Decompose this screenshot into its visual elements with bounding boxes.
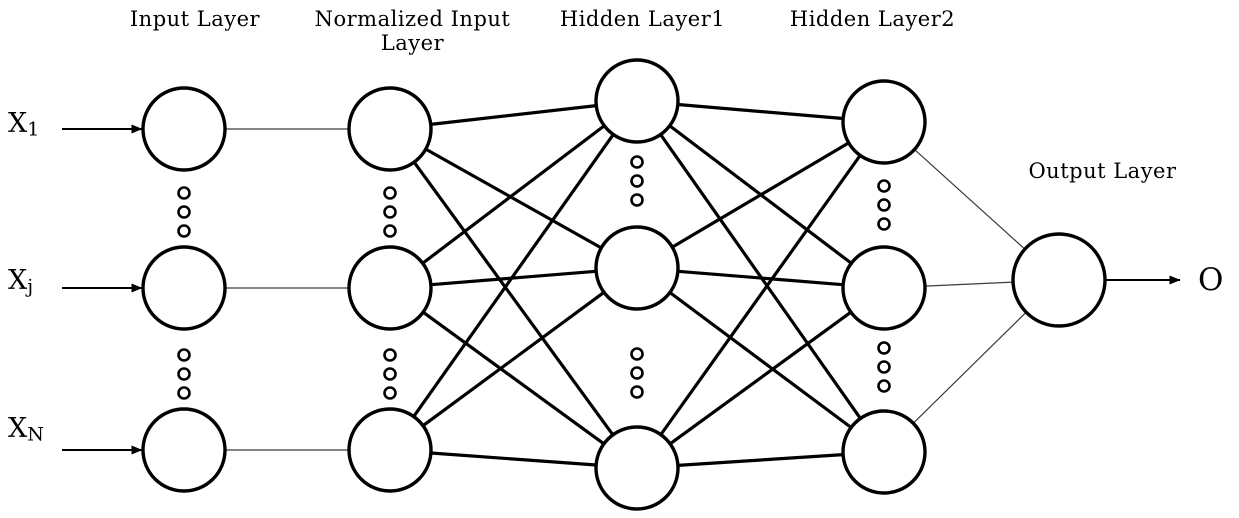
input-label-base: X [8, 265, 28, 296]
ellipsis-dot [877, 341, 891, 355]
neuron-output [1011, 232, 1107, 328]
layer-title-line1: Input Layer [129, 7, 261, 31]
input-label-x1: X1 [8, 108, 39, 140]
ellipsis-dot [177, 224, 191, 238]
edge-hidden1-hidden2 [668, 310, 853, 446]
layer-title-line1: Output Layer [1028, 159, 1177, 183]
edge-hidden1-hidden2 [676, 102, 845, 121]
ellipsis-dot [383, 386, 397, 400]
neuron-input [141, 407, 227, 493]
ellipsis-dot [383, 205, 397, 219]
neuron-input [141, 245, 227, 331]
edge-hidden2-output [912, 311, 1027, 424]
layer-title-hidden-layer-2: Hidden Layer2 [775, 7, 970, 32]
input-label-base: X [8, 413, 28, 444]
input-label-subscript: j [27, 275, 34, 298]
layer-title-line1: Hidden Layer2 [789, 7, 956, 31]
layer-title-line1: Hidden Layer1 [559, 7, 726, 31]
edge-hidden1-hidden2 [668, 290, 853, 430]
edge-hidden1-hidden2 [676, 269, 845, 287]
ellipsis-dot [383, 348, 397, 362]
input-label-subscript: N [27, 423, 44, 446]
edge-normalized-hidden1 [421, 310, 606, 446]
ellipsis-dot [630, 347, 644, 361]
layer-title-line2: Layer [380, 30, 445, 55]
neuron-normalized [347, 407, 433, 493]
layer-title-line1: Normalized Input [314, 7, 511, 31]
ellipsis-dot [630, 366, 644, 380]
ellipsis-dot [630, 155, 644, 169]
edge-normalized-hidden1 [429, 451, 598, 467]
ellipsis-dot [877, 179, 891, 193]
ellipsis-dot [877, 217, 891, 231]
input-label-base: X [8, 108, 28, 139]
ellipsis-dot [630, 193, 644, 207]
edge-normalized-hidden1 [412, 132, 615, 419]
neuron-hidden2 [841, 79, 927, 165]
input-label-subscript: 1 [27, 118, 40, 141]
ellipsis-dot [877, 198, 891, 212]
ellipsis-dot [177, 186, 191, 200]
edge-normalized-hidden1 [429, 104, 598, 126]
ellipsis-dot [383, 186, 397, 200]
ellipsis-dot [630, 385, 644, 399]
ellipsis-dot [177, 348, 191, 362]
neuron-hidden1 [594, 225, 680, 311]
ellipsis-dot [177, 386, 191, 400]
ellipsis-dot [177, 367, 191, 381]
neural-network-diagram: Input Layer Normalized Input Layer Hidden L… [0, 0, 1239, 518]
input-label-xj: Xj [8, 265, 33, 297]
neuron-normalized [347, 245, 433, 331]
ellipsis-dot [877, 360, 891, 374]
edge-hidden2-output [913, 148, 1026, 250]
neuron-hidden1 [594, 58, 680, 144]
neuron-normalized [347, 86, 433, 172]
layer-title-hidden-layer-1: Hidden Layer1 [545, 7, 740, 32]
edge-normalized-hidden1 [421, 290, 606, 428]
edge-normalized-hidden1 [421, 124, 606, 265]
ellipsis-dot [630, 174, 644, 188]
neuron-hidden2 [841, 409, 927, 495]
network-graphic [62, 58, 1181, 511]
input-label-xn: XN [8, 413, 44, 445]
ellipsis-dot [383, 367, 397, 381]
neuron-hidden2 [841, 245, 927, 331]
edge-normalized-hidden1 [424, 147, 603, 250]
layer-title-output-layer: Output Layer [1010, 159, 1195, 184]
neuron-hidden1 [594, 425, 680, 511]
layer-title-normalized-input-layer: Normalized Input Layer [295, 7, 530, 55]
layer-title-input-layer: Input Layer [110, 7, 280, 32]
edge-normalized-hidden1 [412, 160, 615, 437]
ellipsis-dot [383, 224, 397, 238]
edge-hidden2-output [924, 281, 1014, 287]
ellipsis-dot [877, 379, 891, 393]
edge-hidden1-hidden2 [659, 153, 862, 437]
ellipsis-dot [177, 205, 191, 219]
output-value-label: O [1198, 262, 1224, 298]
edge-hidden1-hidden2 [670, 141, 851, 249]
edge-hidden1-hidden2 [676, 453, 845, 467]
neuron-input [141, 86, 227, 172]
